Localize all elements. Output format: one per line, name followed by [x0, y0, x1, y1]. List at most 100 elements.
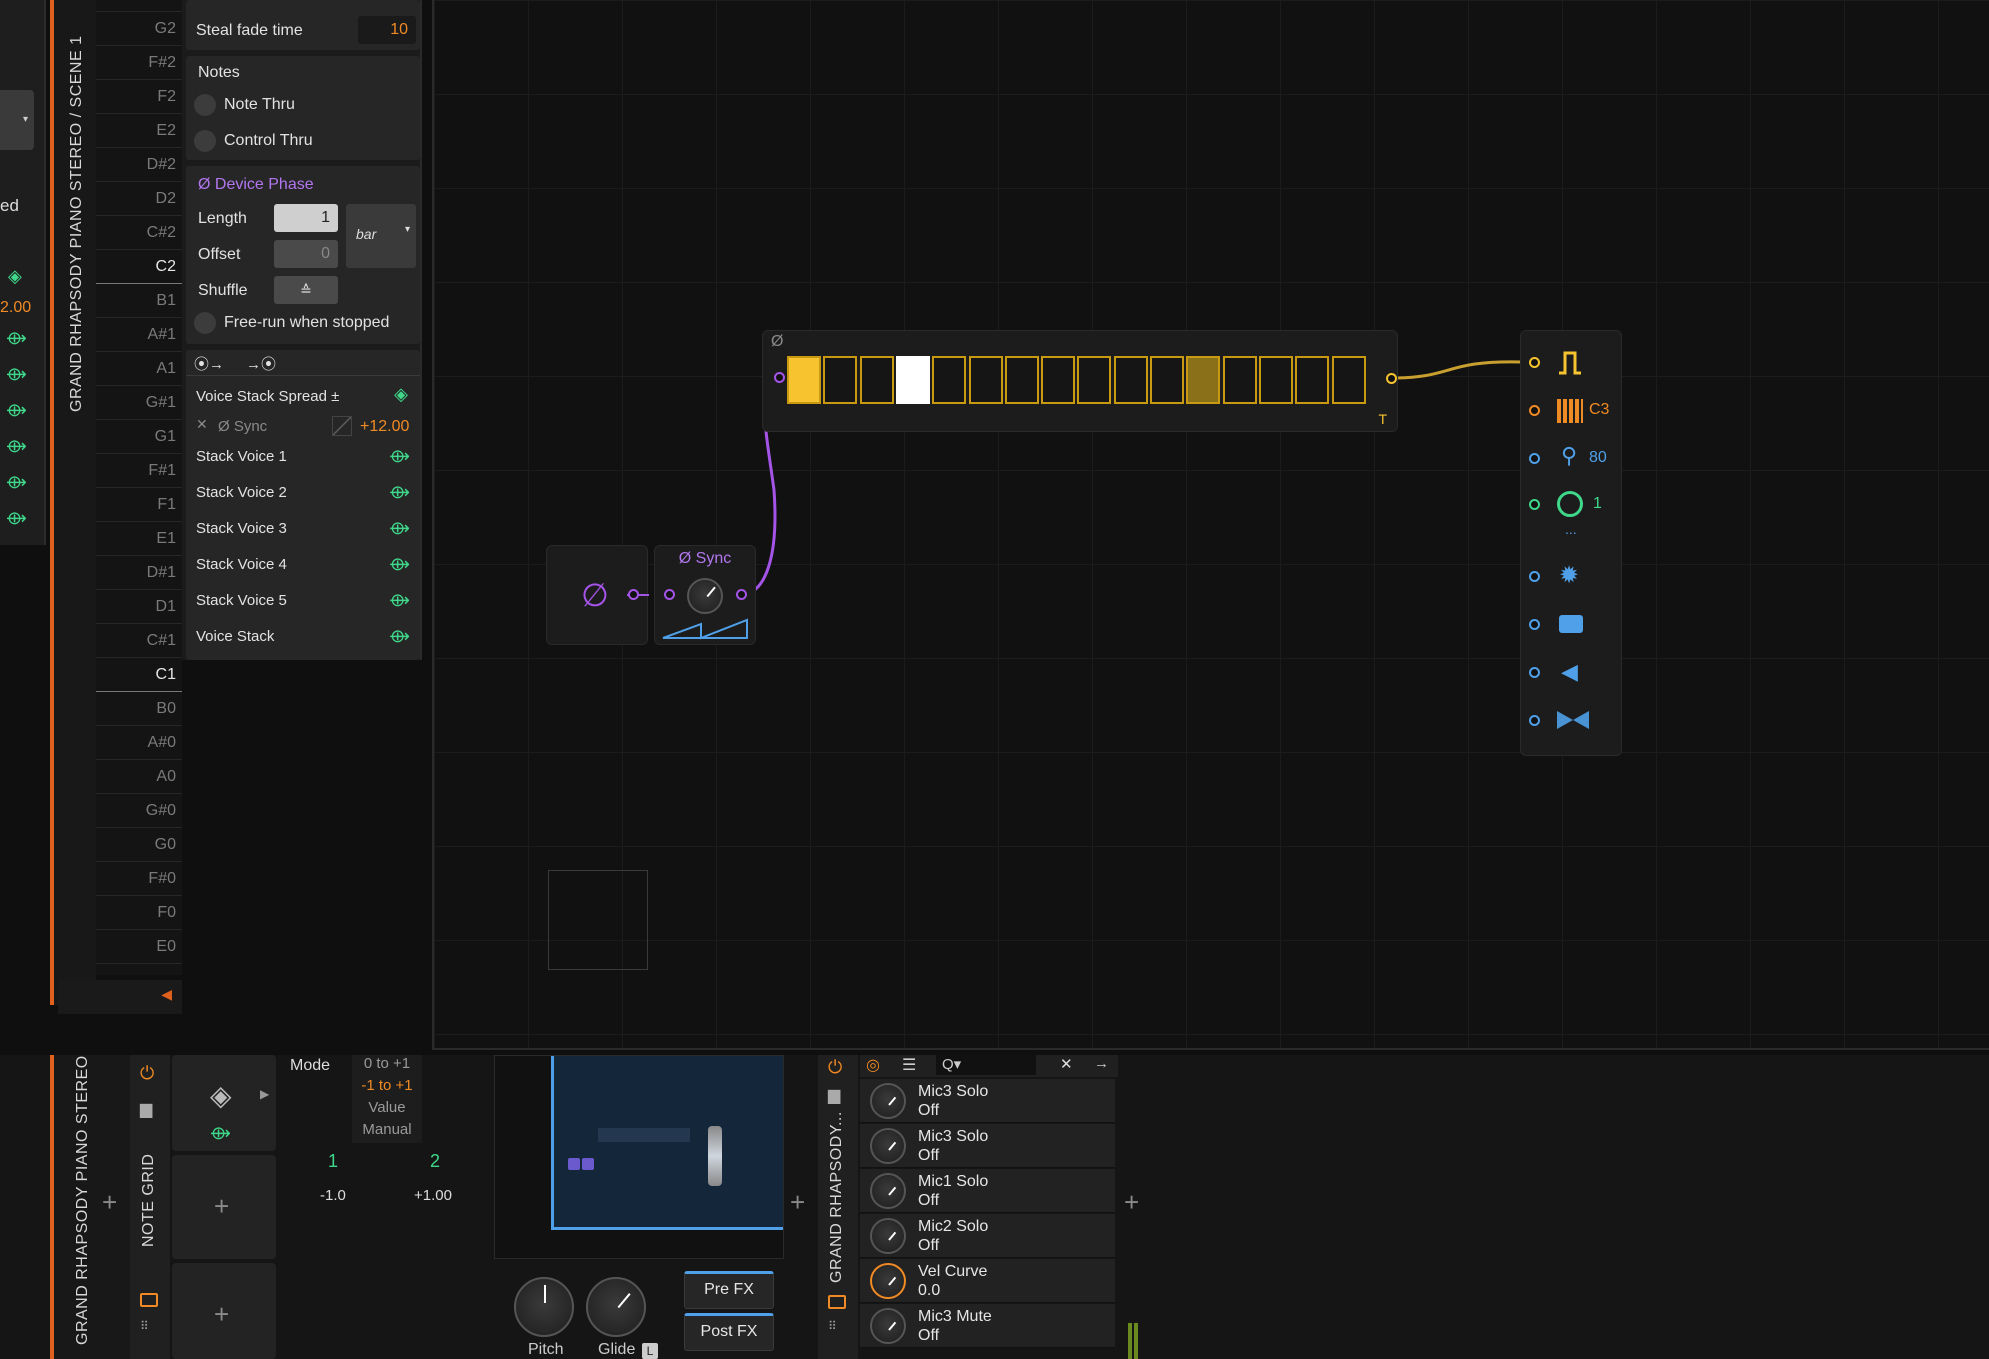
stack-col1-value[interactable]: -1.0 [320, 1187, 346, 1204]
voice-arrow-icon[interactable]: ⟴ [389, 446, 410, 467]
voice-stack-tile[interactable]: ◈ ▶ ⟴ [172, 1055, 276, 1151]
step-cell[interactable] [932, 356, 967, 404]
step-cell[interactable] [1004, 356, 1039, 404]
voice-arrow-icon[interactable]: ⟴ [6, 472, 27, 493]
speaker-icon[interactable]: ◀ [161, 986, 172, 1003]
layers-icon[interactable]: ◈ [8, 266, 22, 287]
param-knob[interactable] [870, 1083, 906, 1119]
step-cell[interactable] [895, 356, 930, 404]
window-icon[interactable] [828, 1295, 846, 1309]
param-knob[interactable] [870, 1218, 906, 1254]
pre-fx-button[interactable]: Pre FX [684, 1271, 774, 1309]
xy-display[interactable] [494, 1055, 784, 1259]
param-knob[interactable] [870, 1173, 906, 1209]
grid-icon[interactable]: ⠿ [140, 1319, 149, 1333]
stack-col2-value[interactable]: +1.00 [414, 1187, 452, 1204]
more-outputs-icon[interactable]: ... [1565, 521, 1577, 537]
close-icon[interactable]: ✕ [1060, 1055, 1073, 1073]
piano-key[interactable]: F0 [96, 896, 182, 930]
offset-field[interactable]: 0 [274, 240, 338, 268]
gain-in-port[interactable] [1529, 667, 1540, 678]
search-input[interactable]: Q▾ [936, 1055, 1036, 1075]
piano-key[interactable]: F#1 [96, 454, 182, 488]
param-row[interactable]: Mic2 Solo Off [860, 1214, 1115, 1258]
piano-key[interactable]: B0 [96, 692, 182, 726]
folder-icon[interactable]: ▆ [828, 1085, 840, 1105]
piano-key[interactable]: G#2 [96, 0, 182, 12]
voice-row[interactable]: Stack Voice 3 ⟴ [186, 512, 420, 548]
window-icon[interactable] [140, 1293, 158, 1307]
channel-in-port[interactable] [1529, 499, 1540, 510]
piano-key[interactable]: G1 [96, 420, 182, 454]
voice-row[interactable]: Stack Voice 2 ⟴ [186, 476, 420, 512]
sync-out-port[interactable] [736, 589, 747, 600]
mode-option[interactable]: Manual [352, 1121, 422, 1138]
step-cell[interactable] [1295, 356, 1330, 404]
voice-arrow-icon[interactable]: ⟴ [389, 626, 410, 647]
steps-module[interactable]: Ø T [762, 330, 1398, 432]
control-thru-toggle[interactable] [194, 130, 216, 152]
note-thru-toggle[interactable] [194, 94, 216, 116]
voice-arrow-icon[interactable]: ⟴ [389, 518, 410, 539]
step-cell[interactable] [787, 356, 821, 404]
step-cell[interactable] [859, 356, 894, 404]
piano-key[interactable]: G0 [96, 828, 182, 862]
empty-module-slot[interactable] [548, 870, 648, 970]
xy-point[interactable] [582, 1158, 594, 1170]
velocity-value[interactable]: 80 [1589, 449, 1607, 467]
piano-key[interactable]: A#1 [96, 318, 182, 352]
voice-arrow-icon[interactable]: ⟴ [6, 436, 27, 457]
add-device-button[interactable]: + [102, 1187, 117, 1218]
voice-arrow-icon[interactable]: ⟴ [6, 328, 27, 349]
trigger-cable[interactable] [1391, 360, 1523, 380]
param-knob[interactable] [870, 1263, 906, 1299]
step-cell[interactable] [1077, 356, 1112, 404]
piano-key[interactable]: A1 [96, 352, 182, 386]
piano-key[interactable]: F#0 [96, 862, 182, 896]
channel-value[interactable]: 1 [1593, 495, 1602, 513]
mode-option[interactable]: 0 to +1 [352, 1055, 422, 1072]
voice-row[interactable]: Voice Stack ⟴ [186, 620, 420, 656]
param-knob[interactable] [870, 1128, 906, 1164]
voice-arrow-icon[interactable]: ⟴ [389, 554, 410, 575]
power-icon[interactable]: ⏻ [140, 1063, 154, 1084]
pitch-in-port[interactable] [1529, 405, 1540, 416]
steps-phase-in-port[interactable] [774, 372, 785, 383]
piano-key[interactable]: C1 [96, 658, 182, 692]
tab-inputs[interactable]: ⦿→ [194, 353, 224, 374]
piano-key[interactable]: D#1 [96, 556, 182, 590]
voice-row[interactable]: Stack Voice 4 ⟴ [186, 548, 420, 584]
piano-key[interactable]: C#1 [96, 624, 182, 658]
piano-key[interactable]: C#2 [96, 216, 182, 250]
piano-key[interactable]: F#2 [96, 46, 182, 80]
voice-row[interactable]: Stack Voice 5 ⟴ [186, 584, 420, 620]
mode-option[interactable]: Value [352, 1099, 422, 1116]
velocity-in-port[interactable] [1529, 453, 1540, 464]
voice-arrow-icon[interactable]: ⟴ [389, 590, 410, 611]
param-row[interactable]: Mic1 Solo Off [860, 1169, 1115, 1213]
param-row[interactable]: Mic3 Solo Off [860, 1124, 1115, 1168]
macro-icon[interactable]: ◎ [866, 1055, 880, 1075]
voice-arrow-icon[interactable]: ⟴ [6, 364, 27, 385]
param-row[interactable]: Mic3 Mute Off [860, 1304, 1115, 1348]
glide-badge[interactable]: L [642, 1343, 658, 1359]
steps-trigger-out-port[interactable] [1386, 373, 1397, 384]
param-knob[interactable] [870, 1308, 906, 1344]
pitch-knob[interactable] [514, 1277, 574, 1337]
piano-key[interactable]: E1 [96, 522, 182, 556]
step-cell[interactable] [1113, 356, 1148, 404]
step-cell[interactable] [968, 356, 1003, 404]
glide-knob[interactable] [586, 1277, 646, 1337]
step-cell[interactable] [1331, 356, 1366, 404]
xy-area[interactable] [551, 1056, 783, 1230]
step-cell[interactable] [1041, 356, 1076, 404]
param-row[interactable]: Vel Curve 0.0 [860, 1259, 1115, 1303]
param-row[interactable]: Mic3 Solo Off [860, 1079, 1115, 1123]
add-device-button[interactable]: + [790, 1187, 805, 1218]
piano-key[interactable]: F1 [96, 488, 182, 522]
chevron-right-icon[interactable]: ▶ [260, 1087, 269, 1101]
piano-key[interactable]: E2 [96, 114, 182, 148]
timbre-in-port[interactable] [1529, 571, 1540, 582]
voice-arrow-icon[interactable]: ⟴ [389, 482, 410, 503]
step-cell[interactable] [1258, 356, 1293, 404]
